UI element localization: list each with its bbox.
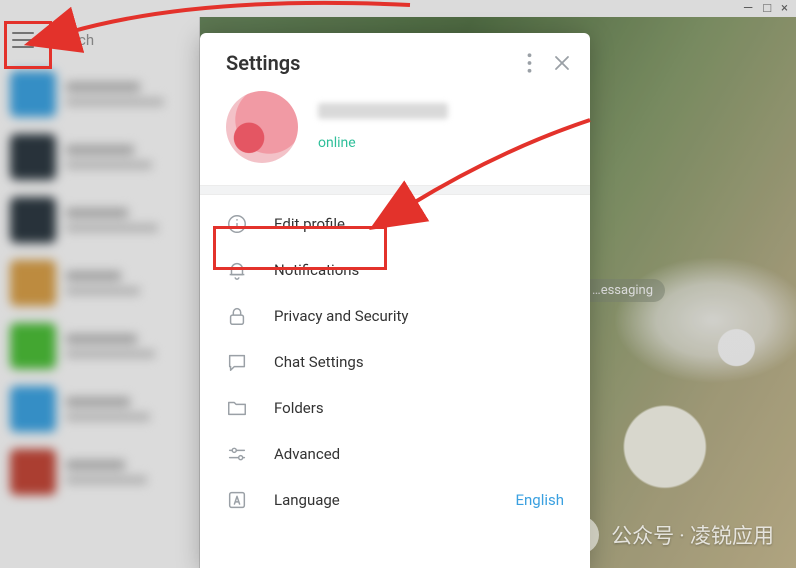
more-menu-icon[interactable] (527, 53, 532, 73)
sliders-icon (226, 443, 248, 465)
menu-label: Language (274, 491, 489, 509)
watermark: 公众号 · 凌锐应用 (561, 516, 774, 554)
menu-item-folders[interactable]: Folders (200, 385, 590, 431)
menu-label: Advanced (274, 445, 564, 463)
menu-label: Privacy and Security (274, 307, 564, 325)
menu-item-advanced[interactable]: Advanced (200, 431, 590, 477)
avatar (226, 91, 298, 163)
menu-label: Folders (274, 399, 564, 417)
close-icon[interactable] (554, 55, 570, 71)
info-icon (226, 213, 248, 235)
menu-label: Notifications (274, 261, 564, 279)
menu-item-notifications[interactable]: Notifications (200, 247, 590, 293)
profile-info: online (318, 103, 448, 151)
bell-icon (226, 259, 248, 281)
menu-label: Edit profile (274, 215, 564, 233)
menu-item-language[interactable]: Language English (200, 477, 590, 523)
wechat-icon (561, 516, 599, 554)
menu-item-edit-profile[interactable]: Edit profile (200, 201, 590, 247)
app-window: — □ × Search …essa (0, 0, 796, 568)
menu-item-privacy[interactable]: Privacy and Security (200, 293, 590, 339)
menu-label: Chat Settings (274, 353, 564, 371)
settings-panel: Settings online E (200, 33, 590, 568)
chat-icon (226, 351, 248, 373)
settings-header: Settings (200, 33, 590, 77)
settings-header-actions (527, 53, 570, 73)
divider (200, 185, 590, 195)
profile-status: online (318, 135, 448, 151)
settings-title: Settings (226, 51, 300, 75)
profile-name-redacted (318, 103, 448, 119)
menu-item-chat-settings[interactable]: Chat Settings (200, 339, 590, 385)
settings-profile[interactable]: online (200, 77, 590, 185)
folder-icon (226, 397, 248, 419)
language-icon (226, 489, 248, 511)
settings-menu: Edit profile Notifications Privacy and S… (200, 195, 590, 529)
menu-value: English (515, 491, 564, 509)
lock-icon (226, 305, 248, 327)
watermark-text: 公众号 · 凌锐应用 (611, 520, 774, 550)
